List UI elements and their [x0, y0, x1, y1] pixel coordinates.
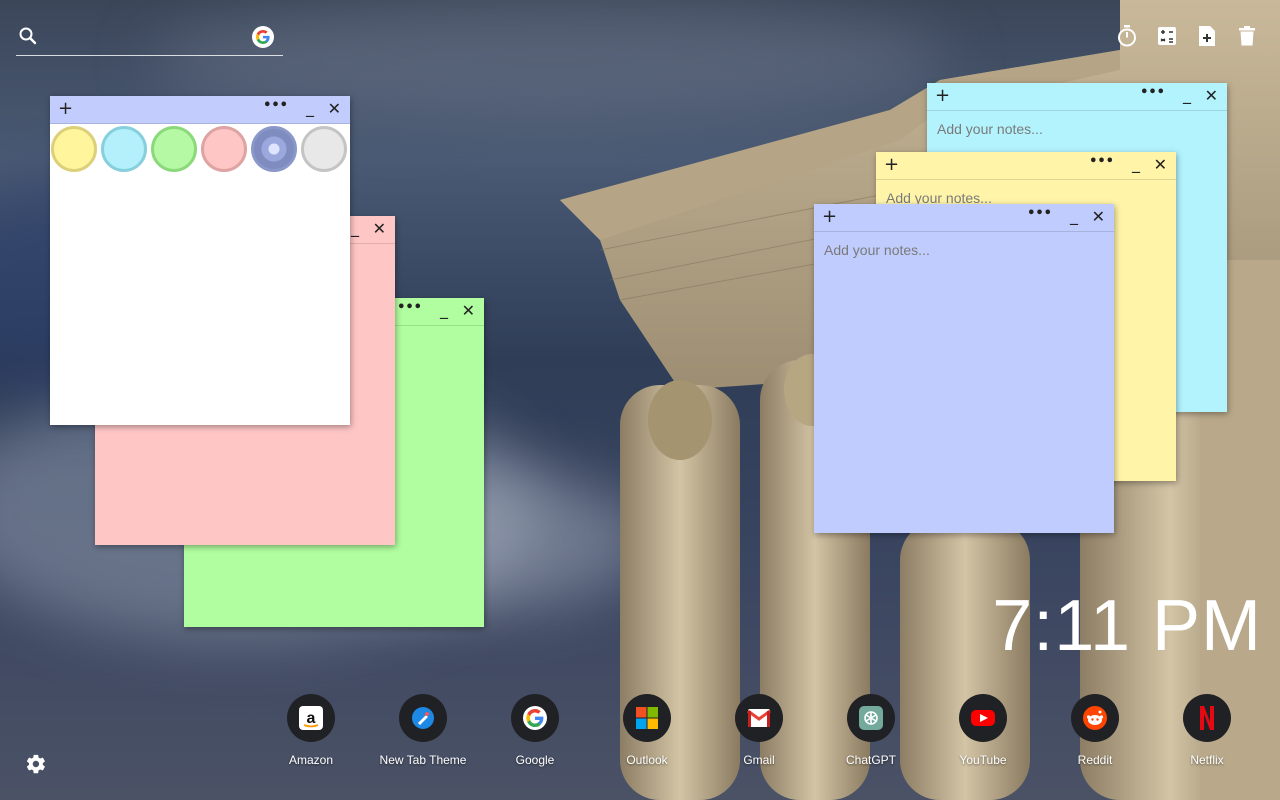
shortcut-chatgpt[interactable]: ChatGPT: [815, 694, 927, 767]
google-icon[interactable]: [252, 26, 274, 48]
shortcut-new-tab-theme[interactable]: New Tab Theme: [367, 694, 479, 767]
color-swatch-gray[interactable]: [301, 126, 347, 172]
trash-icon[interactable]: [1236, 24, 1258, 48]
shortcut-label: ChatGPT: [845, 753, 896, 767]
more-options-button[interactable]: •••: [1027, 206, 1052, 221]
new-tab-theme-icon: [399, 694, 447, 742]
shortcut-amazon[interactable]: a Amazon: [255, 694, 367, 767]
shortcut-label: Gmail: [743, 753, 775, 767]
color-swatch-lavender[interactable]: [251, 126, 297, 172]
shortcut-google[interactable]: Google: [479, 694, 591, 767]
clock: 7:11 PM: [992, 586, 1262, 666]
gmail-icon: [735, 694, 783, 742]
note-header: + ••• _ ✕: [50, 96, 350, 124]
minimize-button[interactable]: _: [1070, 206, 1078, 225]
google-icon: [511, 694, 559, 742]
amazon-icon: a: [287, 694, 335, 742]
add-note-button[interactable]: +: [58, 99, 73, 119]
gear-icon[interactable]: [25, 753, 47, 775]
add-note-button[interactable]: +: [822, 207, 837, 227]
minimize-button[interactable]: _: [1183, 85, 1191, 104]
toolbar: [1116, 24, 1258, 48]
note-textarea[interactable]: Add your notes...: [814, 232, 1114, 268]
sticky-note-lavender[interactable]: + ••• _ ✕ Add your notes...: [814, 204, 1114, 533]
shortcut-reddit[interactable]: Reddit: [1039, 694, 1151, 767]
search-input[interactable]: [48, 24, 248, 48]
shortcut-label: New Tab Theme: [379, 753, 467, 767]
minimize-button[interactable]: _: [440, 300, 448, 319]
shortcut-label: YouTube: [959, 753, 1007, 767]
microsoft-icon: [623, 694, 671, 742]
shortcut-label: Amazon: [288, 753, 334, 767]
shortcut-netflix[interactable]: Netflix: [1151, 694, 1263, 767]
shortcut-gmail[interactable]: Gmail: [703, 694, 815, 767]
add-note-button[interactable]: +: [935, 86, 950, 106]
add-note-button[interactable]: +: [884, 155, 899, 175]
color-swatch-green[interactable]: [151, 126, 197, 172]
shortcut-label: Netflix: [1190, 753, 1224, 767]
color-swatch-pink[interactable]: [201, 126, 247, 172]
close-button[interactable]: ✕: [462, 301, 475, 320]
shortcut-bar: a Amazon New Tab Theme Google Outlook Gm: [255, 694, 1263, 767]
close-button[interactable]: ✕: [1154, 155, 1167, 174]
shortcut-youtube[interactable]: YouTube: [927, 694, 1039, 767]
timer-icon[interactable]: [1116, 24, 1138, 48]
calculator-icon[interactable]: [1156, 24, 1178, 48]
svg-text:a: a: [307, 710, 316, 727]
note-textarea[interactable]: Add your notes...: [927, 111, 1227, 147]
youtube-icon: [959, 694, 1007, 742]
shortcut-label: Reddit: [1077, 753, 1113, 767]
close-button[interactable]: ✕: [328, 99, 341, 118]
chatgpt-icon: [847, 694, 895, 742]
minimize-button[interactable]: _: [306, 98, 314, 117]
more-options-button[interactable]: •••: [263, 98, 288, 113]
add-note-icon[interactable]: [1196, 24, 1218, 48]
search-bar: [16, 20, 283, 56]
shortcut-outlook[interactable]: Outlook: [591, 694, 703, 767]
sticky-note-color-picker[interactable]: + ••• _ ✕: [50, 96, 350, 425]
note-header: + ••• _ ✕: [876, 152, 1176, 180]
close-button[interactable]: ✕: [1092, 207, 1105, 226]
close-button[interactable]: ✕: [373, 219, 386, 238]
close-button[interactable]: ✕: [1205, 86, 1218, 105]
shortcut-label: Google: [515, 753, 555, 767]
more-options-button[interactable]: •••: [397, 300, 422, 315]
shortcut-label: Outlook: [626, 753, 668, 767]
netflix-icon: [1183, 694, 1231, 742]
note-header: + ••• _ ✕: [927, 83, 1227, 111]
minimize-button[interactable]: _: [351, 218, 359, 237]
minimize-button[interactable]: _: [1132, 154, 1140, 173]
more-options-button[interactable]: •••: [1140, 85, 1165, 100]
search-icon[interactable]: [18, 26, 38, 46]
more-options-button[interactable]: •••: [1089, 154, 1114, 169]
color-swatch-cyan[interactable]: [101, 126, 147, 172]
color-swatch-yellow[interactable]: [51, 126, 97, 172]
reddit-icon: [1071, 694, 1119, 742]
note-header: + ••• _ ✕: [814, 204, 1114, 232]
color-palette: [50, 124, 350, 174]
